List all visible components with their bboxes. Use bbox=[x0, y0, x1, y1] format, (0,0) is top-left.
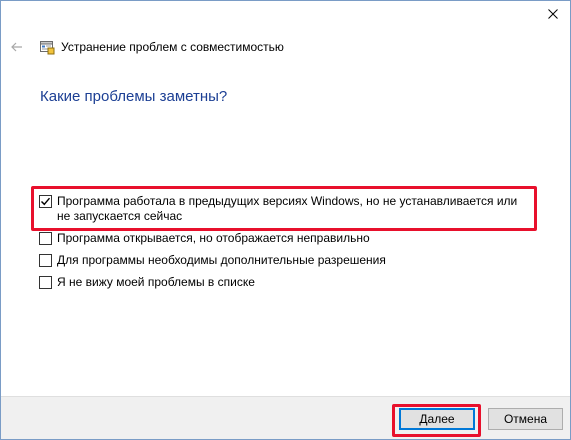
title-bar: Устранение проблем с совместимостью bbox=[9, 37, 284, 57]
option-label: Я не вижу моей проблемы в списке bbox=[57, 275, 255, 289]
back-arrow-icon bbox=[11, 42, 22, 52]
troubleshooter-window: Устранение проблем с совместимостью Каки… bbox=[0, 0, 571, 440]
option-previous-versions[interactable]: Программа работала в предыдущих версиях … bbox=[39, 194, 533, 224]
option-label: Программа открывается, но отображается н… bbox=[57, 231, 370, 245]
checkbox-displays-incorrectly[interactable] bbox=[39, 232, 52, 245]
next-button[interactable]: Далее bbox=[399, 408, 475, 430]
option-label: Программа работала в предыдущих версиях … bbox=[57, 194, 518, 223]
cancel-button[interactable]: Отмена bbox=[488, 408, 563, 430]
checkbox-problem-not-listed[interactable] bbox=[39, 276, 52, 289]
checkbox-previous-versions[interactable] bbox=[39, 195, 52, 208]
checkmark-icon bbox=[41, 197, 51, 206]
close-icon bbox=[548, 9, 558, 19]
option-displays-incorrectly[interactable]: Программа открывается, но отображается н… bbox=[39, 231, 533, 246]
checkbox-additional-permissions[interactable] bbox=[39, 254, 52, 267]
option-additional-permissions[interactable]: Для программы необходимы дополнительные … bbox=[39, 253, 533, 268]
problem-options-list: Программа работала в предыдущих версиях … bbox=[39, 194, 533, 290]
page-heading: Какие проблемы заметны? bbox=[40, 88, 228, 105]
footer-bar: Далее Отмена bbox=[1, 396, 570, 439]
compatibility-troubleshooter-icon bbox=[39, 39, 55, 55]
option-problem-not-listed[interactable]: Я не вижу моей проблемы в списке bbox=[39, 275, 533, 290]
close-button[interactable] bbox=[542, 3, 564, 25]
option-label: Для программы необходимы дополнительные … bbox=[57, 253, 386, 267]
back-button[interactable] bbox=[9, 39, 25, 55]
window-title: Устранение проблем с совместимостью bbox=[61, 40, 284, 54]
